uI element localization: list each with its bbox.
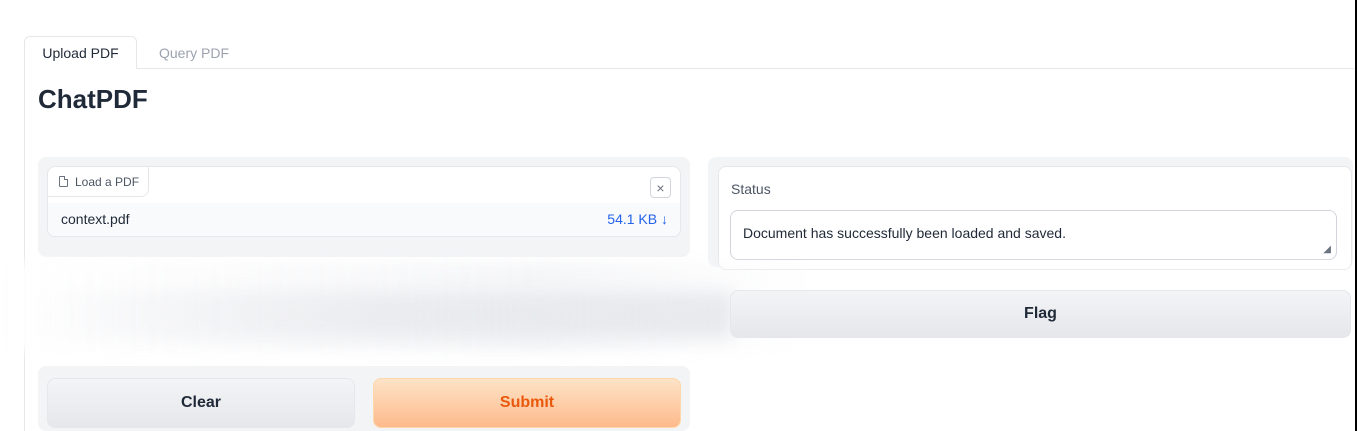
tab-bar: Upload PDF Query PDF (24, 36, 1354, 69)
resize-handle-icon[interactable]: ◢ (1323, 244, 1331, 255)
tab-upload-pdf[interactable]: Upload PDF (24, 36, 137, 69)
file-name: context.pdf (61, 211, 130, 227)
window-edge (1355, 0, 1357, 431)
file-icon (59, 176, 68, 187)
blurred-region-left (20, 292, 732, 338)
status-textbox[interactable]: Document has successfully been loaded an… (730, 210, 1337, 260)
flag-button[interactable]: Flag (730, 290, 1351, 338)
submit-button[interactable]: Submit (373, 378, 681, 428)
file-download-link[interactable]: 54.1 KB ↓ (607, 211, 668, 227)
page: Upload PDF Query PDF ChatPDF Load a PDF … (0, 0, 1358, 431)
clear-button[interactable]: Clear (47, 378, 355, 428)
page-title: ChatPDF (38, 84, 148, 114)
status-label: Status (731, 181, 771, 197)
remove-file-button[interactable]: × (650, 177, 671, 198)
load-pdf-text: Load a PDF (75, 174, 140, 189)
uploaded-file-row: context.pdf 54.1 KB ↓ (48, 203, 680, 236)
load-pdf-label: Load a PDF (47, 166, 149, 197)
tab-query-pdf[interactable]: Query PDF (144, 36, 244, 69)
status-text: Document has successfully been loaded an… (743, 225, 1066, 241)
